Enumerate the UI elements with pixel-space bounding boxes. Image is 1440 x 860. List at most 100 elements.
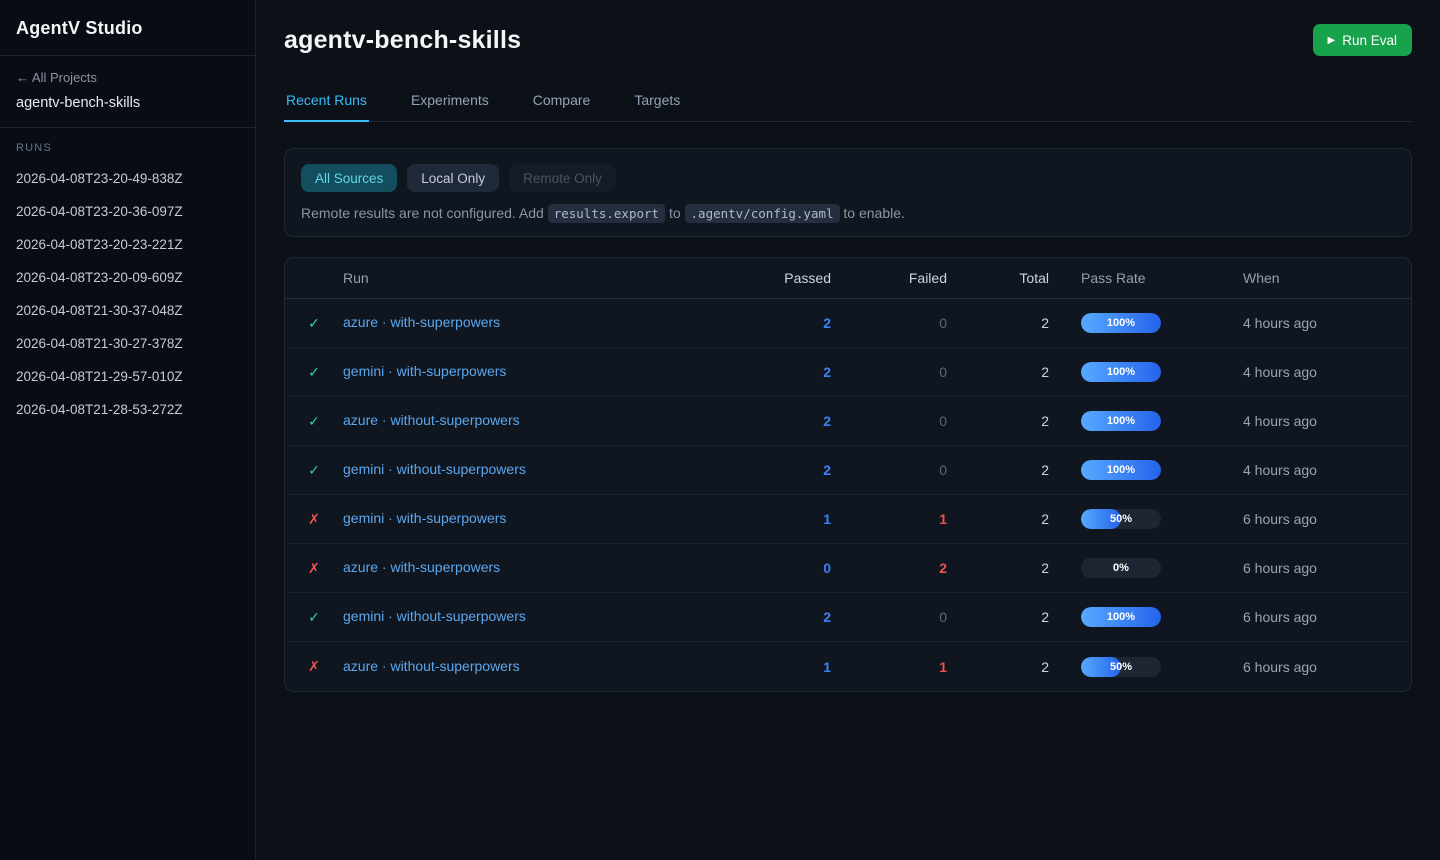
sidebar-run-item[interactable]: 2026-04-08T21-28-53-272Z — [0, 393, 255, 426]
run-link[interactable]: azure · without-superpowers — [343, 658, 520, 674]
pass-rate-label: 100% — [1081, 362, 1161, 382]
when-cell: 6 hours ago — [1243, 560, 1411, 576]
total-count: 2 — [949, 364, 1051, 380]
app-title: AgentV Studio — [16, 18, 239, 39]
passed-count: 1 — [745, 659, 833, 675]
passed-count: 1 — [745, 511, 833, 527]
pass-rate-label: 100% — [1081, 460, 1161, 480]
sidebar-run-item[interactable]: 2026-04-08T23-20-23-221Z — [0, 228, 255, 261]
failed-count: 0 — [833, 315, 949, 331]
when-cell: 4 hours ago — [1243, 462, 1411, 478]
run-eval-label: Run Eval — [1342, 33, 1397, 48]
run-link[interactable]: gemini · with-superpowers — [343, 363, 506, 379]
total-count: 2 — [949, 462, 1051, 478]
when-cell: 4 hours ago — [1243, 315, 1411, 331]
pass-rate-label: 100% — [1081, 607, 1161, 627]
tab-compare[interactable]: Compare — [531, 84, 593, 122]
column-header-total: Total — [949, 270, 1051, 286]
run-link[interactable]: gemini · with-superpowers — [343, 510, 506, 526]
total-count: 2 — [949, 659, 1051, 675]
passed-count: 0 — [745, 560, 833, 576]
total-count: 2 — [949, 511, 1051, 527]
tab-bar: Recent Runs Experiments Compare Targets — [284, 84, 1412, 122]
failed-count: 2 — [833, 560, 949, 576]
run-cell: azure · without-superpowers — [343, 658, 745, 676]
passed-count: 2 — [745, 364, 833, 380]
source-filter-card: All SourcesLocal OnlyRemote Only Remote … — [284, 148, 1412, 237]
table-row: ✗gemini · with-superpowers11250%6 hours … — [285, 495, 1411, 544]
pass-rate-badge: 0% — [1081, 558, 1161, 578]
main-header: agentv-bench-skills ▶ Run Eval — [284, 24, 1412, 56]
tab-experiments[interactable]: Experiments — [409, 84, 491, 122]
pass-icon: ✓ — [285, 413, 343, 430]
failed-count: 0 — [833, 413, 949, 429]
tab-recent-runs[interactable]: Recent Runs — [284, 84, 369, 122]
pass-rate-label: 50% — [1081, 509, 1161, 529]
column-header-run: Run — [343, 270, 745, 286]
pass-rate-badge: 100% — [1081, 411, 1161, 431]
fail-icon: ✗ — [285, 511, 343, 528]
sidebar-run-item[interactable]: 2026-04-08T21-30-27-378Z — [0, 327, 255, 360]
runs-table: RunPassedFailedTotalPass RateWhen ✓azure… — [284, 257, 1412, 692]
when-cell: 6 hours ago — [1243, 511, 1411, 527]
when-cell: 4 hours ago — [1243, 413, 1411, 429]
column-header-pass-rate: Pass Rate — [1051, 270, 1243, 286]
runs-list: 2026-04-08T23-20-49-838Z2026-04-08T23-20… — [0, 162, 255, 426]
run-eval-button[interactable]: ▶ Run Eval — [1313, 24, 1412, 56]
tab-targets[interactable]: Targets — [632, 84, 682, 122]
column-header-when: When — [1243, 270, 1411, 286]
when-cell: 6 hours ago — [1243, 659, 1411, 675]
sidebar-run-item[interactable]: 2026-04-08T21-30-37-048Z — [0, 294, 255, 327]
pass-rate-cell: 100% — [1051, 411, 1243, 431]
table-row: ✗azure · without-superpowers11250%6 hour… — [285, 642, 1411, 691]
run-link[interactable]: azure · with-superpowers — [343, 314, 500, 330]
pass-icon: ✓ — [285, 315, 343, 332]
remote-config-note: Remote results are not configured. Add r… — [301, 205, 1395, 221]
source-filter-pills: All SourcesLocal OnlyRemote Only — [301, 164, 1395, 192]
filter-pill-local-only[interactable]: Local Only — [407, 164, 499, 192]
sidebar-project-name: agentv-bench-skills — [16, 95, 239, 111]
all-projects-link[interactable]: ← All Projects — [16, 70, 239, 85]
filter-pill-all-sources[interactable]: All Sources — [301, 164, 397, 192]
note-text: to enable. — [840, 205, 905, 221]
sidebar-run-item[interactable]: 2026-04-08T21-29-57-010Z — [0, 360, 255, 393]
pass-rate-badge: 100% — [1081, 313, 1161, 333]
run-link[interactable]: gemini · without-superpowers — [343, 608, 526, 624]
run-cell: gemini · with-superpowers — [343, 363, 745, 381]
run-cell: azure · without-superpowers — [343, 412, 745, 430]
sidebar-run-item[interactable]: 2026-04-08T23-20-36-097Z — [0, 195, 255, 228]
pass-rate-label: 100% — [1081, 313, 1161, 333]
run-link[interactable]: azure · with-superpowers — [343, 559, 500, 575]
failed-count: 0 — [833, 609, 949, 625]
pass-icon: ✓ — [285, 609, 343, 626]
pass-rate-cell: 50% — [1051, 509, 1243, 529]
passed-count: 2 — [745, 609, 833, 625]
run-cell: gemini · without-superpowers — [343, 608, 745, 626]
table-row: ✓gemini · with-superpowers202100%4 hours… — [285, 348, 1411, 397]
total-count: 2 — [949, 413, 1051, 429]
table-row: ✓azure · with-superpowers202100%4 hours … — [285, 299, 1411, 348]
sidebar-run-item[interactable]: 2026-04-08T23-20-09-609Z — [0, 261, 255, 294]
pass-rate-cell: 100% — [1051, 362, 1243, 382]
pass-rate-label: 0% — [1081, 558, 1161, 578]
pass-rate-badge: 100% — [1081, 362, 1161, 382]
sidebar-runs-section: RUNS 2026-04-08T23-20-49-838Z2026-04-08T… — [0, 128, 255, 436]
pass-rate-cell: 0% — [1051, 558, 1243, 578]
pass-rate-badge: 50% — [1081, 657, 1161, 677]
pass-rate-cell: 50% — [1051, 657, 1243, 677]
main-content: agentv-bench-skills ▶ Run Eval Recent Ru… — [256, 0, 1440, 860]
pass-rate-badge: 100% — [1081, 460, 1161, 480]
failed-count: 1 — [833, 511, 949, 527]
sidebar: AgentV Studio ← All Projects agentv-benc… — [0, 0, 256, 860]
table-row: ✓gemini · without-superpowers202100%6 ho… — [285, 593, 1411, 642]
run-cell: gemini · with-superpowers — [343, 510, 745, 528]
run-link[interactable]: azure · without-superpowers — [343, 412, 520, 428]
pass-rate-cell: 100% — [1051, 607, 1243, 627]
run-link[interactable]: gemini · without-superpowers — [343, 461, 526, 477]
total-count: 2 — [949, 609, 1051, 625]
sidebar-run-item[interactable]: 2026-04-08T23-20-49-838Z — [0, 162, 255, 195]
run-cell: gemini · without-superpowers — [343, 461, 745, 479]
failed-count: 1 — [833, 659, 949, 675]
table-row: ✓azure · without-superpowers202100%4 hou… — [285, 397, 1411, 446]
pass-rate-cell: 100% — [1051, 460, 1243, 480]
